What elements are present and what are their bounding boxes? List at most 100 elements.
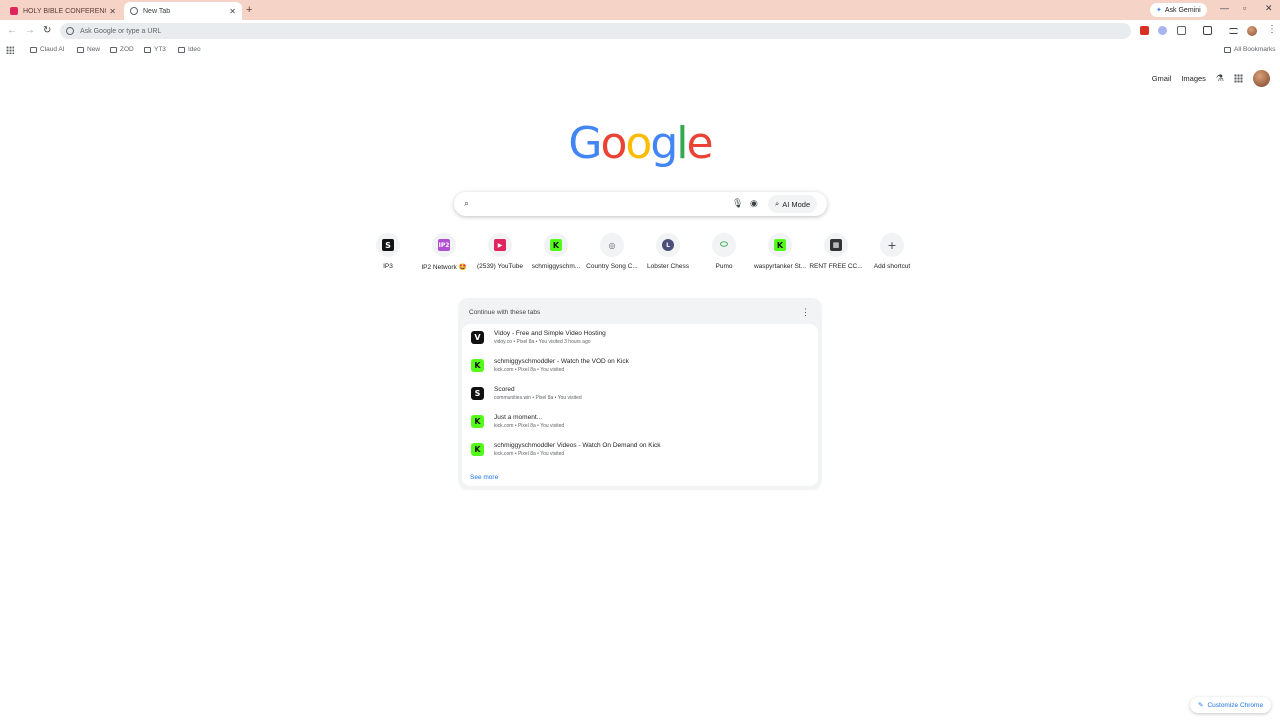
shortcut-tile[interactable]: L Lobster Chess xyxy=(640,232,696,270)
item-title: schmiggyschmoddler Videos - Watch On Dem… xyxy=(494,442,661,449)
vidoy-icon: V xyxy=(471,331,484,344)
microphone-icon[interactable]: 🎙 xyxy=(732,198,743,209)
list-item[interactable]: S Scored communities.win • Pixel 8a • Yo… xyxy=(462,380,818,408)
google-lens-icon[interactable]: ◉ xyxy=(750,198,758,209)
customize-label: Customize Chrome xyxy=(1207,701,1264,709)
shortcut-label: Country Song C... xyxy=(586,263,638,270)
kick-icon: K xyxy=(471,443,484,456)
menu-kebab-icon[interactable]: ⋮ xyxy=(1267,24,1277,35)
downloads-icon[interactable] xyxy=(1229,28,1238,34)
ai-mode-button[interactable]: ⌕ AI Mode xyxy=(768,195,818,213)
apps-grid-icon[interactable] xyxy=(6,46,14,54)
kick-icon: K xyxy=(774,239,786,251)
shortcut-tile[interactable]: ▦ RENT FREE CC... xyxy=(808,232,864,270)
item-title: Just a moment... xyxy=(494,414,543,421)
folder-icon xyxy=(178,46,185,53)
extension-icon[interactable] xyxy=(1140,26,1149,35)
folder-icon xyxy=(77,46,84,53)
minimize-icon[interactable]: — xyxy=(1220,3,1229,13)
gmail-link[interactable]: Gmail xyxy=(1152,74,1172,83)
shortcut-label: IP3 xyxy=(383,263,393,270)
back-icon[interactable]: ← xyxy=(7,25,17,36)
toolbar: ← → ↻ Ask Google or type a URL ⋮ xyxy=(0,20,1280,42)
folder-icon xyxy=(30,46,37,53)
list-item[interactable]: V Vidoy - Free and Simple Video Hosting … xyxy=(462,324,818,352)
tab-title: New Tab xyxy=(143,7,171,15)
shortcut-tile[interactable]: ⬭ Pumo xyxy=(696,232,752,270)
all-bookmarks[interactable]: All Bookmarks xyxy=(1224,46,1276,53)
shortcut-tile[interactable]: ▶ (2539) YouTube xyxy=(472,232,528,270)
folder-icon xyxy=(144,46,151,53)
bookmark-label: Claud AI xyxy=(40,46,65,53)
shortcut-tile[interactable]: S IP3 xyxy=(360,232,416,270)
bookmark-folder[interactable]: YT3 xyxy=(144,46,166,53)
close-tab-icon[interactable]: ✕ xyxy=(229,7,236,16)
shortcut-label: Pumo xyxy=(715,263,733,270)
google-icon xyxy=(66,27,74,35)
continue-tabs-card: Continue with these tabs ⋮ V Vidoy - Fre… xyxy=(458,298,822,490)
add-shortcut-button[interactable]: + Add shortcut xyxy=(864,232,920,270)
folder-icon xyxy=(1224,46,1231,53)
new-tab-button[interactable]: + xyxy=(246,4,252,16)
shortcut-s-icon: S xyxy=(382,239,394,251)
lobster-chess-icon: L xyxy=(662,239,674,251)
close-tab-icon[interactable]: ✕ xyxy=(109,7,116,16)
folder-icon xyxy=(110,46,117,53)
shortcut-tile[interactable]: IP2 IP2 Network 🤩 xyxy=(416,232,472,271)
shortcut-tile[interactable]: ◎ Country Song C... xyxy=(584,232,640,270)
kick-icon: K xyxy=(471,359,484,372)
shortcut-label: RENT FREE CC... xyxy=(809,263,863,270)
account-avatar[interactable] xyxy=(1253,70,1270,87)
item-subtitle: kick.com • Pixel 8a • You visited xyxy=(494,367,565,373)
search-input[interactable] xyxy=(480,196,740,212)
ask-gemini-button[interactable]: ✦ Ask Gemini xyxy=(1150,3,1207,17)
bookmark-folder[interactable]: Ideo xyxy=(178,46,201,53)
bookmark-folder[interactable]: ZOD xyxy=(110,46,134,53)
profile-avatar-icon[interactable] xyxy=(1247,26,1257,36)
item-title: schmiggyschmoddler - Watch the VOD on Ki… xyxy=(494,358,629,365)
bookmark-label: New xyxy=(87,46,101,53)
forward-icon[interactable]: → xyxy=(25,25,35,36)
all-bookmarks-label: All Bookmarks xyxy=(1234,46,1276,53)
extension-icon[interactable] xyxy=(1158,26,1167,35)
card-menu-icon[interactable]: ⋮ xyxy=(801,307,810,318)
item-title: Scored xyxy=(494,386,515,393)
extensions-puzzle-icon[interactable] xyxy=(1177,26,1186,35)
google-apps-icon[interactable] xyxy=(1234,74,1243,83)
list-item[interactable]: K Just a moment... kick.com • Pixel 8a •… xyxy=(462,408,818,436)
ai-mode-label: AI Mode xyxy=(782,199,811,209)
scored-icon: S xyxy=(471,387,484,400)
shortcut-label: IP2 Network 🤩 xyxy=(421,264,467,271)
gemini-sparkle-icon: ✦ xyxy=(1156,7,1162,14)
images-link[interactable]: Images xyxy=(1181,74,1206,83)
search-box: ⌕ 🎙 ◉ ⌕ AI Mode xyxy=(454,192,827,216)
bookmark-folder[interactable]: New xyxy=(77,46,100,53)
reload-icon[interactable]: ↻ xyxy=(43,25,51,36)
shortcut-tile[interactable]: K schmiggyschm... xyxy=(528,232,584,270)
labs-flask-icon[interactable]: ⚗ xyxy=(1216,73,1224,84)
item-subtitle: kick.com • Pixel 8a • You visited xyxy=(494,423,565,429)
bookmarks-bar: Claud AI New ZOD YT3 Ideo All Bookmarks xyxy=(0,42,1280,58)
omnibox-placeholder: Ask Google or type a URL xyxy=(80,27,162,35)
close-window-icon[interactable]: ✕ xyxy=(1265,3,1273,14)
maximize-icon[interactable]: ▫ xyxy=(1243,3,1246,13)
bookmark-folder[interactable]: Claud AI xyxy=(30,46,65,53)
side-panel-icon[interactable] xyxy=(1203,26,1212,35)
customize-chrome-button[interactable]: ✎ Customize Chrome xyxy=(1190,697,1272,713)
item-subtitle: kick.com • Pixel 8a • You visited xyxy=(494,451,565,457)
youtube-icon xyxy=(10,7,18,15)
card-heading: Continue with these tabs xyxy=(469,309,541,316)
see-more-link[interactable]: See more xyxy=(470,474,498,481)
youtube-icon: ▶ xyxy=(494,239,506,251)
tab-new-tab[interactable]: New Tab ✕ xyxy=(124,2,242,20)
item-title: Vidoy - Free and Simple Video Hosting xyxy=(494,330,606,337)
tab-holy-bible[interactable]: HOLY BIBLE CONFERENCE KJV ✕ xyxy=(4,2,122,20)
google-logo: Google xyxy=(568,118,713,169)
bookmark-label: YT3 xyxy=(154,46,166,53)
list-item[interactable]: K schmiggyschmoddler - Watch the VOD on … xyxy=(462,352,818,380)
omnibox[interactable]: Ask Google or type a URL xyxy=(60,23,1131,39)
shortcut-tile[interactable]: K waspyrtanker St... xyxy=(752,232,808,270)
shortcut-label: Add shortcut xyxy=(873,263,911,270)
shortcut-label: Lobster Chess xyxy=(647,263,689,270)
list-item[interactable]: K schmiggyschmoddler Videos - Watch On D… xyxy=(462,436,818,464)
